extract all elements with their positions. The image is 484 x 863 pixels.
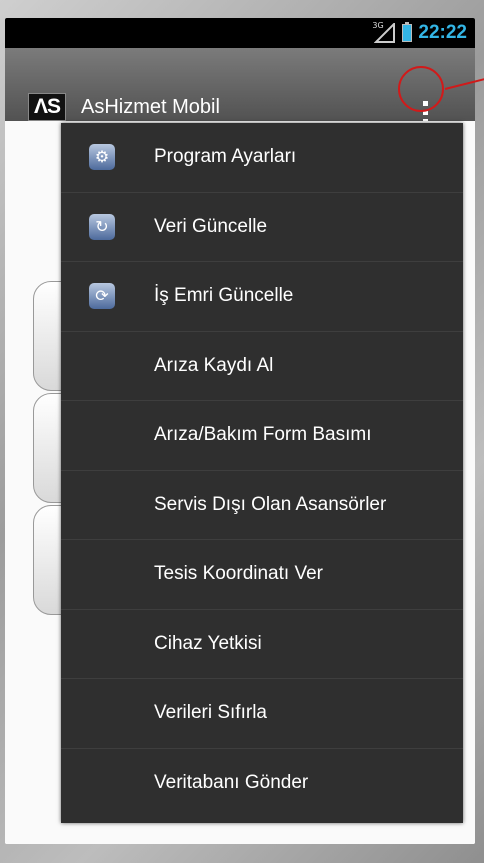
network-type: 3G — [372, 21, 384, 30]
menu-item-fault-record[interactable]: Arıza Kaydı Al — [61, 332, 463, 401]
signal-icon: 3G — [372, 21, 396, 43]
gear-icon: ⚙ — [89, 144, 115, 170]
menu-item-device-authority[interactable]: Cihaz Yetkisi — [61, 610, 463, 679]
menu-item-reset-data[interactable]: Verileri Sıfırla — [61, 679, 463, 749]
menu-item-label: Tesis Koordinatı Ver — [154, 563, 323, 585]
menu-item-label: İş Emri Güncelle — [154, 285, 294, 307]
menu-item-out-of-service[interactable]: Servis Dışı Olan Asansörler — [61, 471, 463, 540]
annotation-circle — [398, 66, 444, 112]
menu-item-program-settings[interactable]: ⚙ Program Ayarları — [61, 123, 463, 193]
menu-item-label: Servis Dışı Olan Asansörler — [154, 493, 387, 515]
status-time: 22:22 — [418, 22, 467, 43]
menu-item-label: Arıza Kaydı Al — [154, 354, 274, 376]
menu-item-label: Veritabanı Gönder — [154, 772, 309, 794]
app-title: AsHizmet Mobil — [81, 96, 220, 118]
overflow-menu: ⚙ Program Ayarları ↻ Veri Güncelle ⟳ İş … — [61, 123, 463, 823]
menu-item-update-work-order[interactable]: ⟳ İş Emri Güncelle — [61, 262, 463, 332]
sync-icon: ⟳ — [89, 283, 115, 309]
menu-item-label: Program Ayarları — [154, 146, 297, 168]
menu-item-form-print[interactable]: Arıza/Bakım Form Basımı — [61, 401, 463, 471]
menu-item-update-data[interactable]: ↻ Veri Güncelle — [61, 193, 463, 262]
menu-item-facility-coordinate[interactable]: Tesis Koordinatı Ver — [61, 540, 463, 610]
status-bar: 3G 22:22 — [5, 18, 475, 48]
menu-item-label: Verileri Sıfırla — [154, 702, 267, 724]
menu-item-label: Veri Güncelle — [154, 215, 268, 237]
refresh-icon: ↻ — [89, 213, 115, 240]
menu-item-label: Arıza/Bakım Form Basımı — [154, 424, 372, 446]
device-frame: 3G 22:22 ΛS AsHizmet Mobil ⚙ Program Aya… — [0, 0, 484, 863]
menu-item-send-database[interactable]: Veritabanı Gönder — [61, 749, 463, 819]
battery-icon — [402, 22, 413, 42]
app-logo: ΛS — [28, 93, 66, 121]
menu-item-label: Cihaz Yetkisi — [154, 632, 262, 654]
